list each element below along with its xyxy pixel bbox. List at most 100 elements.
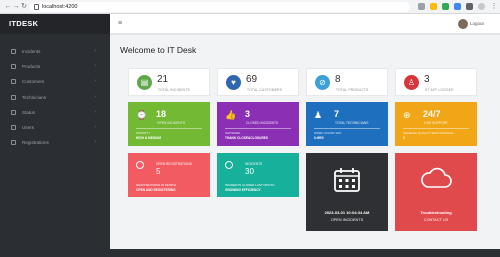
chevron-right-icon: › xyxy=(94,108,96,115)
tile-value: 18 xyxy=(156,109,167,119)
tile-sub-value: 2 xyxy=(403,136,405,140)
divider xyxy=(225,128,291,129)
tile-incidents-month[interactable]: INCIDENTS 30 INCIDENTS CLOSED LAST MONTH… xyxy=(217,153,299,197)
sidebar-item-incidents[interactable]: Incidents › xyxy=(0,44,110,59)
customers-icon xyxy=(11,79,16,85)
tile-caption: OPEN INCIDENTS xyxy=(330,218,364,222)
stat-card-total-products[interactable]: ⊘ 8 TOTAL PRODUCTS xyxy=(306,68,388,96)
sidebar-item-label: Products xyxy=(22,64,41,70)
chevron-right-icon: › xyxy=(94,139,96,146)
address-text[interactable]: localhost:4200 xyxy=(42,2,77,12)
tile-value: 30 xyxy=(245,167,254,176)
lifebuoy-icon: ⊕ xyxy=(403,110,411,120)
tile-line-2: OPEN AND REGISTERING xyxy=(136,188,176,192)
extension-icon[interactable] xyxy=(454,3,461,10)
bookmark-icon[interactable] xyxy=(430,3,437,10)
tile-sub-label: SATISFIED xyxy=(225,131,241,135)
forward-icon[interactable]: → xyxy=(12,3,20,11)
tile-header: INCIDENTS xyxy=(245,162,263,166)
tile-label: CLOSED INCIDENTS xyxy=(246,121,279,125)
sidebar-menu: Incidents › Products › Customers › Techn… xyxy=(0,34,110,150)
puzzle-icon[interactable] xyxy=(466,3,473,10)
contact-us-link[interactable]: CONTACT US xyxy=(395,218,477,222)
tile-sub-label: PRIORITY xyxy=(136,131,151,135)
tile-sub-value: THANK CLOSE&CLOSURES xyxy=(225,136,269,140)
chevron-right-icon: › xyxy=(94,63,96,70)
products-icon: ⊘ xyxy=(315,75,330,90)
tile-line-1: REGISTRATIONS IN MONTH xyxy=(136,183,176,187)
menu-dots-icon[interactable]: ⋮ xyxy=(490,3,498,11)
share-icon[interactable] xyxy=(418,3,425,10)
tile-datetime[interactable]: 2023-03-01 10:04:34 AM OPEN INCIDENTS xyxy=(306,153,388,231)
current-datetime: 2023-03-01 10:04:34 AM xyxy=(324,210,370,215)
tile-value: 7 xyxy=(334,109,340,119)
tile-line-2: GROWING EFFICIENCY xyxy=(225,188,261,192)
tile-label: LIVE SUPPORT xyxy=(424,121,448,125)
users-icon xyxy=(11,124,16,130)
chevron-right-icon: › xyxy=(94,48,96,54)
tile-sub-value: 0-HRS xyxy=(314,136,324,140)
sidebar-item-products[interactable]: Products › xyxy=(0,59,110,74)
avatar[interactable] xyxy=(458,19,468,29)
incidents-icon xyxy=(11,49,16,54)
stat-card-total-customers[interactable]: ♥ 69 TOTAL CUSTOMERS xyxy=(217,68,299,96)
info-icon[interactable] xyxy=(34,4,39,10)
address-bar[interactable]: localhost:4200 xyxy=(30,2,410,12)
tile-value: 3 xyxy=(245,109,251,119)
sidebar-item-registrations[interactable]: Registrations › xyxy=(0,135,110,150)
user-icon: ♙ xyxy=(404,75,419,90)
tile-technicians[interactable]: ♟ 7 TOTAL TECHNICIANS WORK COUNT DAY 0-H… xyxy=(306,102,388,146)
stat-label: TOTAL PRODUCTS xyxy=(336,88,369,92)
registrations-icon xyxy=(11,140,16,146)
sidebar-item-technicians[interactable]: Technicians › xyxy=(0,90,110,105)
tile-closed-incidents[interactable]: 👍 3 CLOSED INCIDENTS SATISFIED THANK CLO… xyxy=(217,102,299,146)
hamburger-menu-icon[interactable]: ≡ xyxy=(118,20,122,28)
sidebar-item-customers[interactable]: Customers › xyxy=(0,74,110,89)
status-icon xyxy=(11,109,16,115)
tile-troubleshooting[interactable]: Troubleshooting CONTACT US xyxy=(395,153,477,231)
sidebar-item-label: Users xyxy=(22,124,34,130)
chevron-right-icon: › xyxy=(94,78,96,85)
tile-value: 5 xyxy=(156,167,161,176)
main-content: Welcome to IT Desk ▤ 21 TOTAL INCIDENTS … xyxy=(110,35,500,249)
stat-card-staff-logged[interactable]: ♙ 3 ST AFF LOGGED xyxy=(395,68,477,96)
stat-label: ST AFF LOGGED xyxy=(425,88,454,92)
tile-sub-label: GENERAL QUALITY MAINTENANCE xyxy=(403,131,454,135)
tile-live-support[interactable]: ⊕ 24/7 LIVE SUPPORT GENERAL QUALITY MAIN… xyxy=(395,102,477,146)
tile-registrations[interactable]: OPEN REGISTRATIONS 5 REGISTRATIONS IN MO… xyxy=(128,153,210,197)
divider xyxy=(403,128,469,129)
technician-icon: ♟ xyxy=(314,110,323,120)
thumbs-up-icon: 👍 xyxy=(225,110,237,120)
tile-sub-label: WORK COUNT DAY xyxy=(314,131,342,135)
divider xyxy=(314,128,380,129)
chevron-right-icon: › xyxy=(94,93,96,100)
sidebar: ITDESK Incidents › Products › Customers … xyxy=(0,14,110,257)
top-header: ≡ Logout xyxy=(110,14,500,34)
check-icon xyxy=(225,161,233,169)
chevron-right-icon: › xyxy=(94,123,96,130)
brand-logo[interactable]: ITDESK xyxy=(0,14,110,34)
page-title: Welcome to IT Desk xyxy=(120,45,197,55)
back-icon[interactable]: ← xyxy=(4,3,12,11)
stat-label: TOTAL CUSTOMERS xyxy=(247,88,283,92)
sidebar-item-label: Customers xyxy=(22,79,45,85)
tile-line-1: INCIDENTS CLOSED LAST MONTH xyxy=(225,183,275,187)
calendar-icon xyxy=(334,168,360,192)
heart-icon: ♥ xyxy=(226,75,241,90)
technicians-icon xyxy=(11,94,16,100)
user-menu[interactable]: Logout xyxy=(470,14,484,34)
sidebar-item-status[interactable]: Status › xyxy=(0,105,110,120)
watch-icon: ⌚ xyxy=(136,110,148,120)
sidebar-item-label: Registrations xyxy=(22,140,49,146)
sidebar-item-users[interactable]: Users › xyxy=(0,120,110,135)
stat-value: 3 xyxy=(424,74,430,85)
stat-value: 8 xyxy=(335,74,341,85)
tile-open-incidents[interactable]: ⌚ 18 OPEN INCIDENTS PRIORITY HIGH & MEDI… xyxy=(128,102,210,146)
tile-label: TOTAL TECHNICIANS xyxy=(335,121,369,125)
sidebar-item-label: Technicians xyxy=(22,94,47,100)
reload-icon[interactable]: ↻ xyxy=(20,3,28,11)
stat-card-total-incidents[interactable]: ▤ 21 TOTAL INCIDENTS xyxy=(128,68,210,96)
extension-icon[interactable] xyxy=(442,3,449,10)
sidebar-item-label: Incidents xyxy=(22,49,41,54)
profile-icon[interactable] xyxy=(478,3,485,10)
